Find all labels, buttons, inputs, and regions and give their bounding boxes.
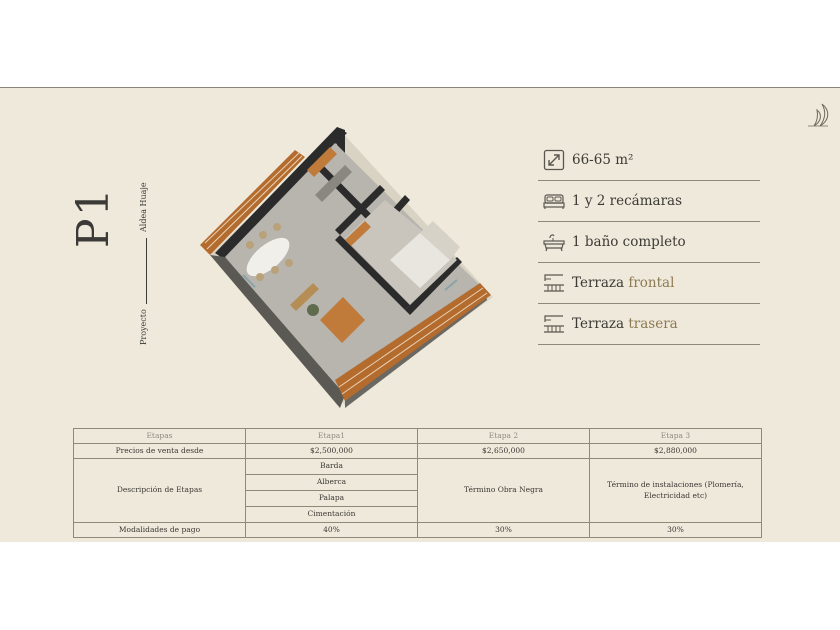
payment-etapa3: 30% [589, 522, 762, 538]
terrace-icon [542, 271, 566, 295]
table-header-row: Etapas Etapa1 Etapa 2 Etapa 3 [73, 428, 762, 444]
table-header: Etapas [73, 428, 246, 444]
feature-bathroom: 1 baño completo [538, 222, 760, 263]
phases-table: Etapas Etapa1 Etapa 2 Etapa 3 Precios de… [73, 428, 762, 538]
bathtub-icon [542, 230, 566, 254]
title-divider [146, 238, 147, 304]
feature-area-text: 66-65 m² [572, 152, 634, 168]
payment-etapa1: 40% [245, 522, 418, 538]
area-resize-icon [542, 148, 566, 172]
project-name: Aldea Huaje [139, 182, 148, 232]
table-row-payment: Modalidades de pago 40% 30% 30% [73, 522, 762, 538]
row-label: Precios de venta desde [73, 443, 246, 459]
etapa1-item: Alberca [245, 474, 418, 491]
project-code: P1 [68, 186, 119, 248]
description-etapa2: Término Obra Negra [417, 458, 590, 523]
table-header: Etapa 3 [589, 428, 762, 444]
etapa1-item: Palapa [245, 490, 418, 507]
brand-logo-icon [804, 102, 832, 128]
floorplan-render [195, 105, 495, 410]
terrace-icon [542, 312, 566, 336]
project-label: Proyecto [139, 309, 148, 345]
payment-etapa2: 30% [417, 522, 590, 538]
feature-bathroom-text: 1 baño completo [572, 234, 686, 250]
table-row-prices: Precios de venta desde $2,500,000 $2,650… [73, 443, 762, 459]
table-header: Etapa 2 [417, 428, 590, 444]
price-etapa2: $2,650,000 [417, 443, 590, 459]
feature-back-terrace: Terraza trasera [538, 304, 760, 345]
feature-front-terrace-text: Terraza frontal [572, 275, 675, 291]
table-header: Etapa1 [245, 428, 418, 444]
etapa1-item: Barda [245, 458, 418, 475]
table-row-description: Descripción de Etapas Barda Término Obra… [73, 458, 762, 523]
feature-front-terrace: Terraza frontal [538, 263, 760, 304]
description-etapa3: Término de instalaciones (Plomería, Elec… [589, 458, 762, 523]
feature-bedrooms-text: 1 y 2 recámaras [572, 193, 683, 209]
price-etapa3: $2,880,000 [589, 443, 762, 459]
features-list: 66-65 m² 1 y 2 recámaras 1 baño completo… [538, 140, 760, 345]
feature-area: 66-65 m² [538, 140, 760, 181]
row-label: Modalidades de pago [73, 522, 246, 538]
row-label: Descripción de Etapas [73, 458, 246, 523]
feature-bedrooms: 1 y 2 recámaras [538, 181, 760, 222]
price-etapa1: $2,500,000 [245, 443, 418, 459]
etapa1-item: Cimentación [245, 506, 418, 523]
bed-icon [542, 189, 566, 213]
feature-back-terrace-text: Terraza trasera [572, 316, 678, 332]
